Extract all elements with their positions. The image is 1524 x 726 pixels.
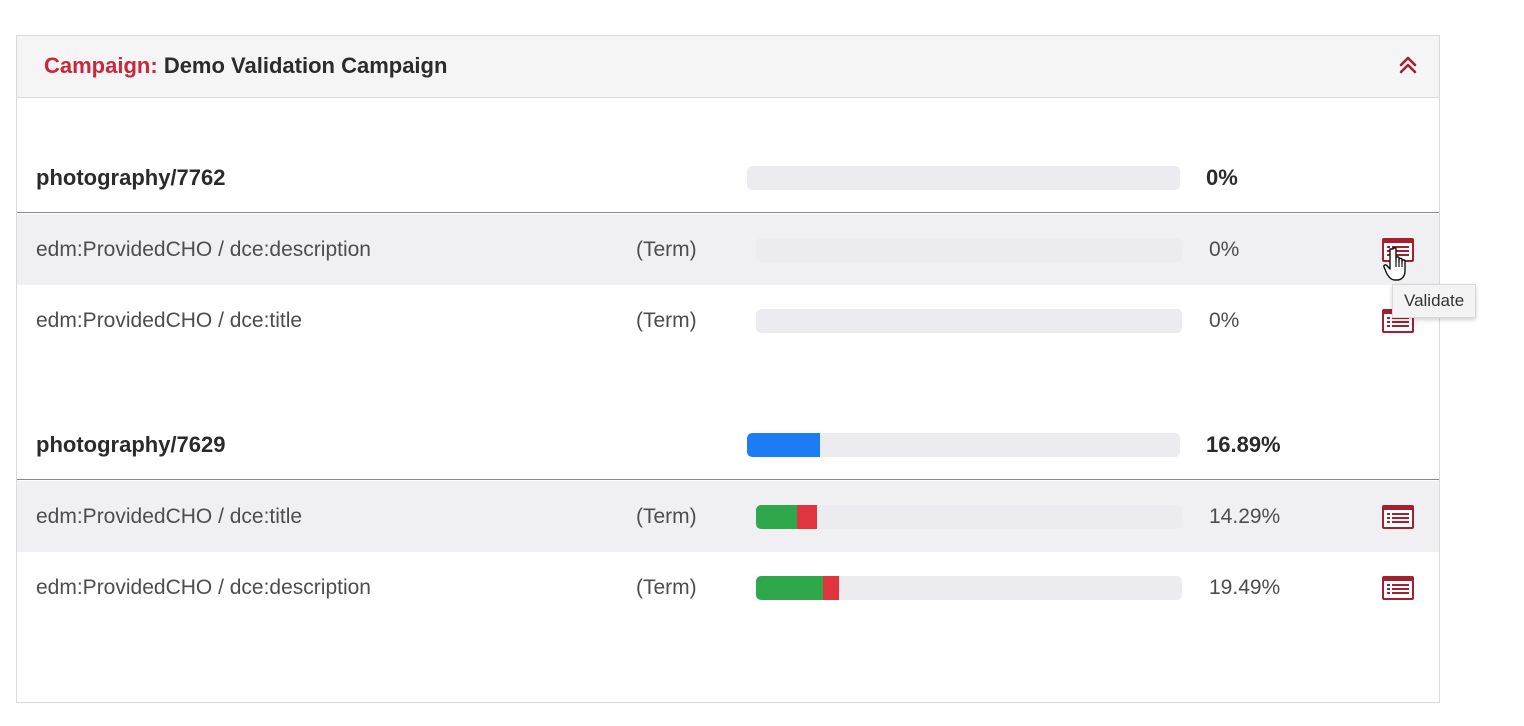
campaign-label: Campaign: [44,53,158,78]
field-progress-percent: 19.49% [1209,575,1281,599]
group-row: photography/7629 16.89% [17,410,1439,480]
campaign-header[interactable]: Campaign: Demo Validation Campaign [17,36,1439,98]
validate-button[interactable] [1381,504,1415,530]
rejected-segment [823,575,840,600]
collapse-button[interactable] [1393,50,1423,80]
field-path: edm:ProvidedCHO / dce:description [36,575,371,599]
group-progress-fill [747,432,821,457]
group-progress-percent: 16.89% [1206,431,1281,457]
field-row: edm:ProvidedCHO / dce:description (Term)… [17,214,1439,285]
rejected-segment [796,504,817,529]
field-progress-percent: 14.29% [1209,504,1281,528]
field-progress-percent: 0% [1209,308,1240,332]
field-progress-bar [756,575,1182,600]
validate-list-icon [1382,575,1414,600]
campaign-panel: Campaign: Demo Validation Campaign photo… [16,35,1440,703]
field-type: (Term) [636,504,697,528]
field-row: edm:ProvidedCHO / dce:description (Term)… [17,552,1439,623]
hand-pointer-icon [1383,247,1406,281]
field-row: edm:ProvidedCHO / dce:title (Term) 14.29… [17,481,1439,552]
field-path: edm:ProvidedCHO / dce:description [36,237,371,261]
group-row: photography/7762 0% [17,143,1439,213]
field-progress-bar [756,237,1182,262]
field-path: edm:ProvidedCHO / dce:title [36,504,303,528]
campaign-name: Demo Validation Campaign [163,53,448,78]
group-progress-bar [747,165,1180,190]
field-type: (Term) [636,575,697,599]
field-progress-bar [756,504,1182,529]
field-progress-bar [756,308,1182,333]
group-progress-percent: 0% [1206,164,1238,190]
validate-button[interactable] [1381,575,1415,601]
validate-list-icon [1382,504,1414,529]
field-type: (Term) [636,308,697,332]
field-path: edm:ProvidedCHO / dce:title [36,308,303,332]
group-name: photography/7762 [36,164,226,190]
double-chevron-up-icon [1399,56,1417,74]
validated-segment [756,575,824,600]
group-name: photography/7629 [36,431,226,457]
field-row: edm:ProvidedCHO / dce:title (Term) 0% [17,285,1439,356]
group-progress-bar [747,432,1180,457]
campaign-title: Campaign: Demo Validation Campaign [44,53,447,79]
validate-tooltip: Validate [1392,284,1477,318]
field-progress-percent: 0% [1209,237,1240,261]
field-type: (Term) [636,237,697,261]
validated-segment [756,504,797,529]
